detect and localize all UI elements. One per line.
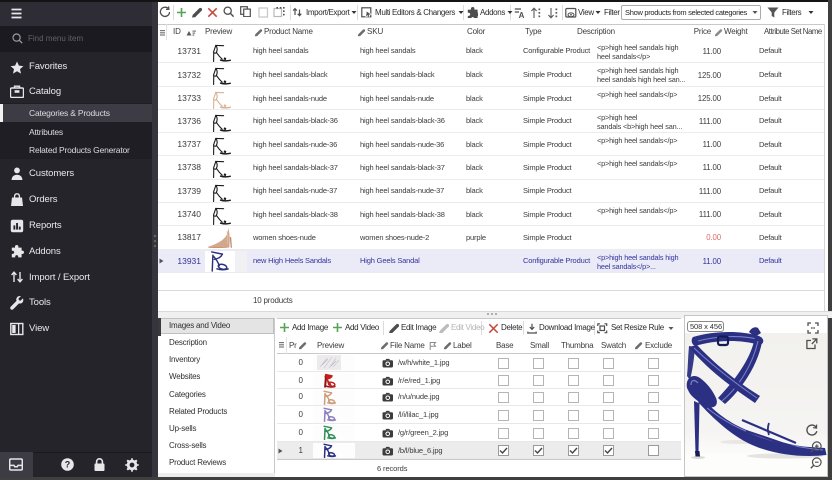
svg-text:A: A	[519, 11, 525, 19]
svg-text:?: ?	[65, 460, 71, 470]
